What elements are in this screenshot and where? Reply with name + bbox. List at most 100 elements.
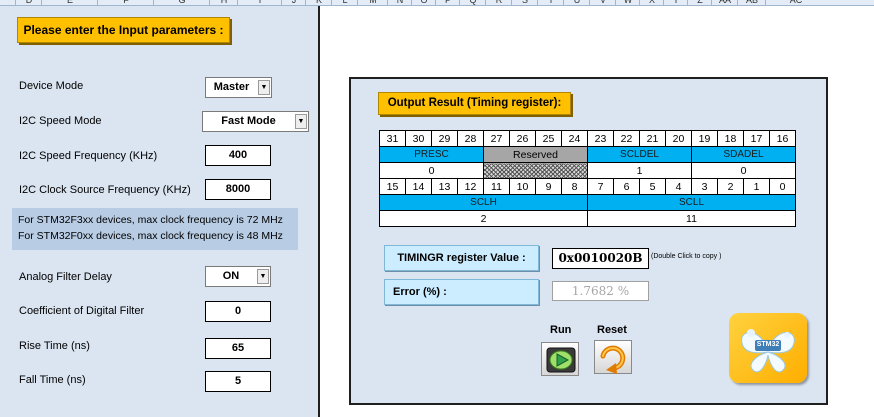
timingr-value-field[interactable]: 0x0010020B bbox=[552, 248, 649, 269]
speed-frequency-label: I2C Speed Frequency (KHz) bbox=[19, 150, 158, 162]
digital-filter-input[interactable]: 0 bbox=[205, 301, 271, 322]
bit-number: 18 bbox=[717, 130, 744, 147]
reset-arrow-icon bbox=[600, 345, 626, 374]
fall-time-input[interactable]: 5 bbox=[205, 371, 271, 392]
column-header: U bbox=[563, 0, 590, 5]
field-presc-value: 0 bbox=[379, 162, 484, 179]
bit-number: 3 bbox=[691, 178, 718, 195]
field-scll-value: 11 bbox=[587, 210, 796, 227]
column-header: T bbox=[537, 0, 564, 5]
analog-filter-value: ON bbox=[222, 270, 240, 282]
column-header: R bbox=[485, 0, 512, 5]
column-header: Y bbox=[663, 0, 688, 5]
device-mode-select[interactable]: Master ▼ bbox=[205, 77, 272, 98]
run-label: Run bbox=[550, 324, 572, 336]
bit-number: 20 bbox=[665, 130, 692, 147]
butterfly-icon bbox=[741, 329, 795, 373]
column-header: AA bbox=[711, 0, 738, 5]
bits-row-low: 15 14 13 12 11 10 9 8 7 6 5 4 3 2 1 0 bbox=[379, 178, 796, 195]
logo-text: STM32 bbox=[756, 341, 780, 348]
chevron-down-icon[interactable]: ▼ bbox=[295, 114, 307, 129]
reset-button[interactable] bbox=[594, 340, 632, 374]
field-reserved-name: Reserved bbox=[483, 146, 588, 163]
bit-number: 25 bbox=[535, 130, 562, 147]
bit-number: 0 bbox=[769, 178, 796, 195]
values-row-high: 0 1 0 bbox=[379, 162, 796, 179]
column-header: W bbox=[615, 0, 640, 5]
field-sclh-name: SCLH bbox=[379, 194, 588, 211]
column-header: AB bbox=[737, 0, 766, 5]
run-button[interactable] bbox=[541, 342, 579, 376]
speed-mode-label: I2C Speed Mode bbox=[19, 115, 102, 127]
bit-number: 1 bbox=[743, 178, 770, 195]
device-mode-value: Master bbox=[213, 81, 250, 93]
column-header: V bbox=[589, 0, 616, 5]
field-reserved-value bbox=[483, 162, 588, 179]
speed-frequency-input[interactable]: 400 bbox=[205, 145, 271, 166]
bit-number: 5 bbox=[639, 178, 666, 195]
column-header: N bbox=[387, 0, 412, 5]
field-sclh-value: 2 bbox=[379, 210, 588, 227]
output-result-title: Output Result (Timing register): bbox=[378, 92, 571, 115]
values-row-low: 2 11 bbox=[379, 210, 796, 227]
speed-mode-select[interactable]: Fast Mode ▼ bbox=[202, 111, 309, 132]
bit-number: 6 bbox=[613, 178, 640, 195]
rise-time-input[interactable]: 65 bbox=[205, 338, 271, 359]
bits-row-high: 31 30 29 28 27 26 25 24 23 22 21 20 19 18 17 16 bbox=[379, 130, 796, 147]
field-scldel-value: 1 bbox=[587, 162, 692, 179]
bit-number: 19 bbox=[691, 130, 718, 147]
chevron-down-icon[interactable]: ▼ bbox=[258, 80, 270, 95]
bit-number: 4 bbox=[665, 178, 692, 195]
timing-register-table: 31 30 29 28 27 26 25 24 23 22 21 20 19 18 17 16 PRESC R… bbox=[379, 130, 796, 227]
bit-number: 27 bbox=[483, 130, 510, 147]
bit-number: 28 bbox=[457, 130, 484, 147]
bit-number: 29 bbox=[431, 130, 458, 147]
input-parameters-title: Please enter the Input parameters : bbox=[17, 17, 230, 43]
bit-number: 8 bbox=[561, 178, 588, 195]
timingr-label: TIMINGR register Value : bbox=[384, 245, 539, 271]
bit-number: 26 bbox=[509, 130, 536, 147]
bit-number: 12 bbox=[457, 178, 484, 195]
column-header: X bbox=[639, 0, 664, 5]
column-header: S bbox=[511, 0, 538, 5]
bit-number: 15 bbox=[379, 178, 406, 195]
analog-filter-select[interactable]: ON ▼ bbox=[205, 266, 271, 287]
bit-number: 10 bbox=[509, 178, 536, 195]
note-line-f0: For STM32F0xx devices, max clock frequen… bbox=[18, 230, 283, 242]
bit-number: 11 bbox=[483, 178, 510, 195]
bit-number: 16 bbox=[769, 130, 796, 147]
bit-number: 30 bbox=[405, 130, 432, 147]
clock-source-frequency-input[interactable]: 8000 bbox=[205, 179, 271, 200]
column-header: Z bbox=[687, 0, 712, 5]
clock-source-frequency-label: I2C Clock Source Frequency (KHz) bbox=[19, 184, 191, 196]
bit-number: 9 bbox=[535, 178, 562, 195]
field-sdadel-value: 0 bbox=[691, 162, 796, 179]
bit-number: 31 bbox=[379, 130, 406, 147]
column-header: O bbox=[411, 0, 436, 5]
error-label: Error (%) : bbox=[384, 279, 539, 305]
field-sdadel-name: SDADEL bbox=[691, 146, 796, 163]
fields-row-low: SCLH SCLL bbox=[379, 194, 796, 211]
stm32-logo: STM32 bbox=[729, 313, 807, 383]
note-line-f3: For STM32F3xx devices, max clock frequen… bbox=[18, 214, 283, 226]
bit-number: 23 bbox=[587, 130, 614, 147]
chevron-down-icon[interactable]: ▼ bbox=[257, 269, 269, 284]
field-scldel-name: SCLDEL bbox=[587, 146, 692, 163]
column-header: AC bbox=[765, 0, 826, 5]
play-icon bbox=[546, 347, 576, 373]
bit-number: 2 bbox=[717, 178, 744, 195]
bit-number: 13 bbox=[431, 178, 458, 195]
digital-filter-label: Coefficient of Digital Filter bbox=[19, 305, 145, 317]
field-scll-name: SCLL bbox=[587, 194, 796, 211]
column-header: M bbox=[357, 0, 388, 5]
rise-time-label: Rise Time (ns) bbox=[19, 340, 90, 352]
device-mode-label: Device Mode bbox=[19, 80, 84, 92]
bit-number: 7 bbox=[587, 178, 614, 195]
bit-number: 24 bbox=[561, 130, 588, 147]
column-header: L bbox=[331, 0, 358, 5]
fields-row-high: PRESC Reserved SCLDEL SDADEL bbox=[379, 146, 796, 163]
field-presc-name: PRESC bbox=[379, 146, 484, 163]
analog-filter-label: Analog Filter Delay bbox=[19, 271, 112, 283]
bit-number: 14 bbox=[405, 178, 432, 195]
fall-time-label: Fall Time (ns) bbox=[19, 374, 86, 386]
